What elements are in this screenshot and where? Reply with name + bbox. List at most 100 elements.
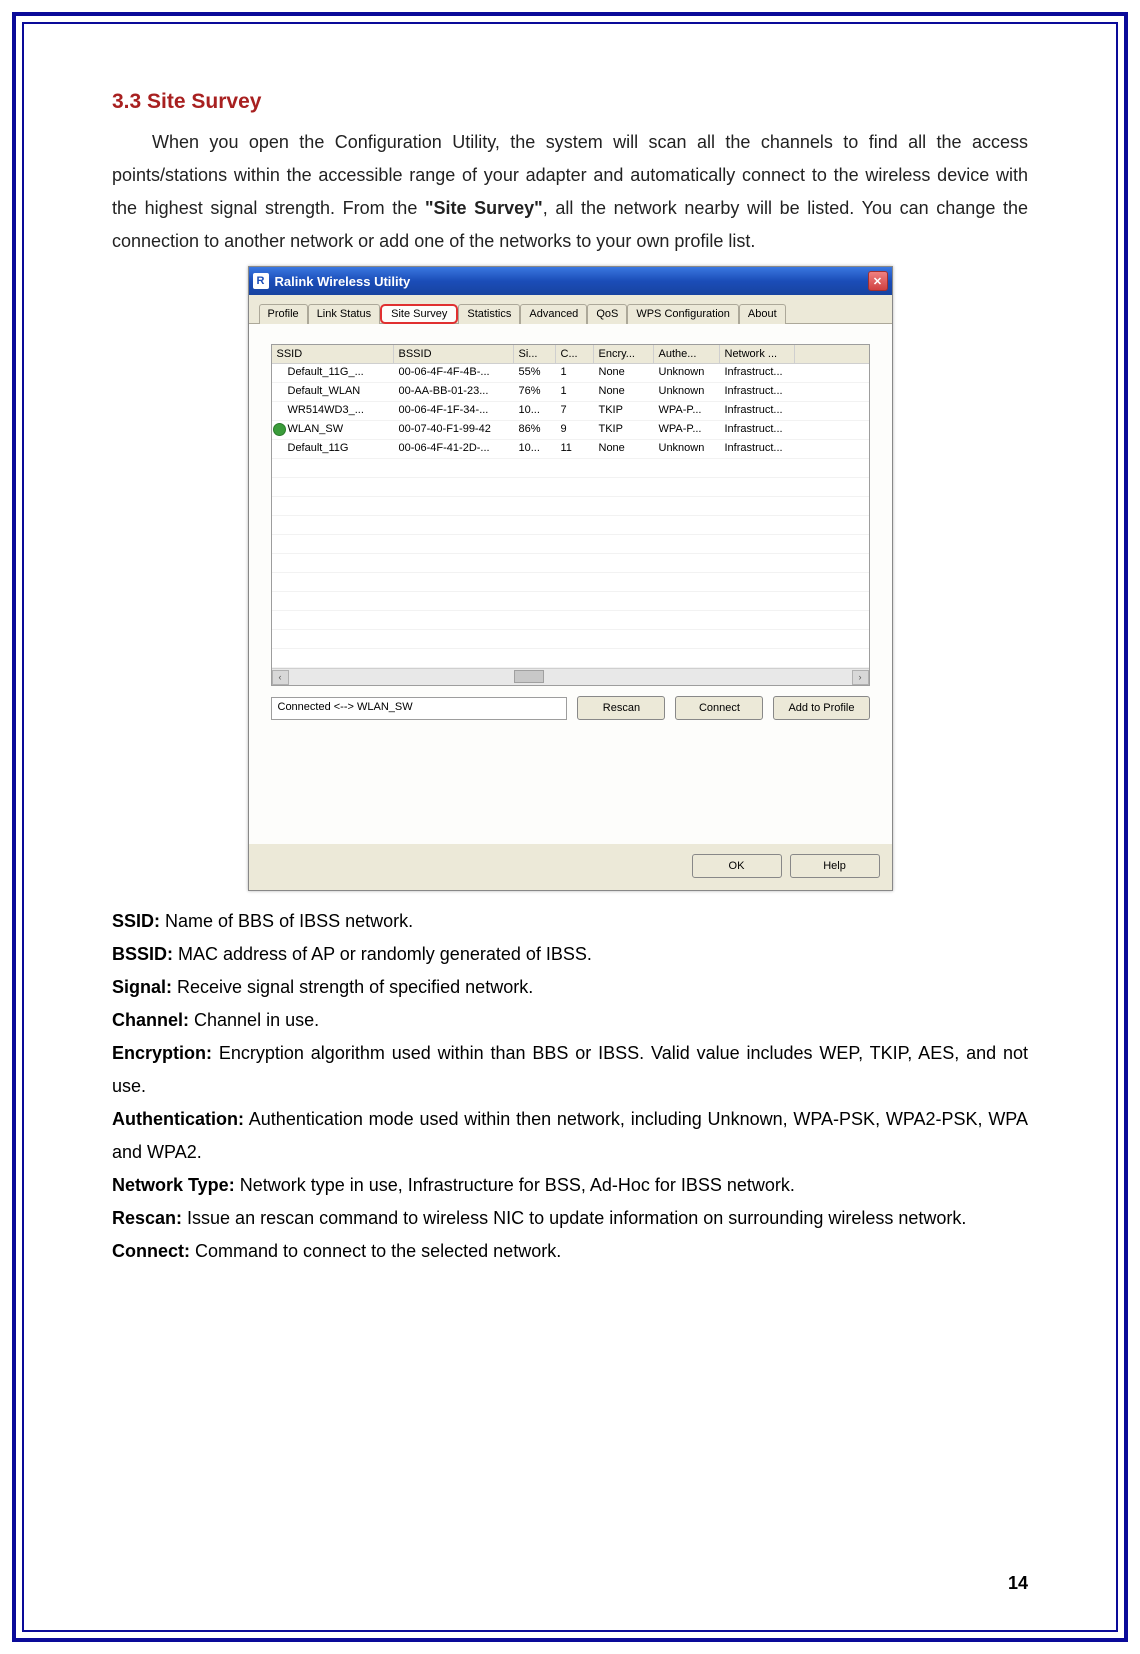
cell-auth: WPA-P... (654, 402, 720, 420)
scroll-track[interactable] (289, 670, 852, 685)
cell-network: Infrastruct... (720, 383, 795, 401)
definition-item: Channel: Channel in use. (112, 1004, 1028, 1037)
table-row-empty (272, 611, 869, 630)
table-row-empty (272, 535, 869, 554)
scroll-left-icon[interactable]: ‹ (272, 670, 289, 685)
table-row-empty (272, 592, 869, 611)
cell-signal: 10... (514, 402, 556, 420)
definition-item: Authentication: Authentication mode used… (112, 1103, 1028, 1169)
col-ssid[interactable]: SSID (272, 345, 394, 363)
table-row[interactable]: WR514WD3_...00-06-4F-1F-34-...10...7TKIP… (272, 402, 869, 421)
definition-text: Issue an rescan command to wireless NIC … (182, 1208, 966, 1228)
table-row-empty (272, 630, 869, 649)
ok-button[interactable]: OK (692, 854, 782, 878)
definition-label: Connect: (112, 1241, 190, 1261)
cell-signal: 86% (514, 421, 556, 439)
cell-auth: Unknown (654, 364, 720, 382)
definition-item: SSID: Name of BBS of IBSS network. (112, 905, 1028, 938)
cell-auth: WPA-P... (654, 421, 720, 439)
definition-text: Network type in use, Infrastructure for … (235, 1175, 795, 1195)
definition-label: Rescan: (112, 1208, 182, 1228)
cell-network: Infrastruct... (720, 402, 795, 420)
definition-item: Network Type: Network type in use, Infra… (112, 1169, 1028, 1202)
tab-profile[interactable]: Profile (259, 304, 308, 324)
window-titlebar[interactable]: R Ralink Wireless Utility (249, 267, 892, 295)
cell-ssid: WR514WD3_... (272, 402, 394, 420)
tab-strip: Profile Link Status Site Survey Statisti… (249, 295, 892, 324)
col-bssid[interactable]: BSSID (394, 345, 514, 363)
table-row[interactable]: Default_WLAN00-AA-BB-01-23...76%1NoneUnk… (272, 383, 869, 402)
table-row-empty (272, 554, 869, 573)
tab-link-status[interactable]: Link Status (308, 304, 380, 324)
cell-channel: 1 (556, 383, 594, 401)
cell-encryption: TKIP (594, 421, 654, 439)
cell-ssid: Default_11G_... (272, 364, 394, 382)
cell-signal: 55% (514, 364, 556, 382)
cell-bssid: 00-06-4F-1F-34-... (394, 402, 514, 420)
definition-text: Channel in use. (189, 1010, 319, 1030)
definition-label: SSID: (112, 911, 160, 931)
tab-wps[interactable]: WPS Configuration (627, 304, 739, 324)
tab-statistics[interactable]: Statistics (458, 304, 520, 324)
tab-site-survey[interactable]: Site Survey (380, 304, 458, 324)
intro-bold: "Site Survey" (425, 198, 543, 218)
col-network[interactable]: Network ... (720, 345, 795, 363)
definition-item: Signal: Receive signal strength of speci… (112, 971, 1028, 1004)
definition-label: BSSID: (112, 944, 173, 964)
table-row-empty (272, 516, 869, 535)
cell-encryption: None (594, 364, 654, 382)
cell-signal: 76% (514, 383, 556, 401)
cell-signal: 10... (514, 440, 556, 458)
rescan-button[interactable]: Rescan (577, 696, 665, 720)
list-header: SSID BSSID Si... C... Encry... Authe... … (272, 345, 869, 364)
cell-network: Infrastruct... (720, 364, 795, 382)
tab-qos[interactable]: QoS (587, 304, 627, 324)
tab-content: SSID BSSID Si... C... Encry... Authe... … (249, 324, 892, 844)
col-signal[interactable]: Si... (514, 345, 556, 363)
definition-text: Encryption algorithm used within than BB… (112, 1043, 1028, 1096)
add-to-profile-button[interactable]: Add to Profile (773, 696, 869, 720)
tab-about[interactable]: About (739, 304, 786, 324)
cell-ssid: Default_11G (272, 440, 394, 458)
horizontal-scrollbar[interactable]: ‹ › (272, 668, 869, 685)
col-channel[interactable]: C... (556, 345, 594, 363)
window-title: Ralink Wireless Utility (275, 274, 411, 289)
page-content: 3.3 Site Survey When you open the Config… (112, 90, 1028, 1268)
connection-status: Connected <--> WLAN_SW (271, 697, 568, 720)
definitions-list: SSID: Name of BBS of IBSS network.BSSID:… (112, 905, 1028, 1268)
cell-bssid: 00-06-4F-41-2D-... (394, 440, 514, 458)
ralink-utility-window: R Ralink Wireless Utility Profile Link S… (248, 266, 893, 891)
scroll-thumb[interactable] (514, 670, 544, 683)
table-row[interactable]: WLAN_SW00-07-40-F1-99-4286%9TKIPWPA-P...… (272, 421, 869, 440)
definition-text: Name of BBS of IBSS network. (160, 911, 413, 931)
col-auth[interactable]: Authe... (654, 345, 720, 363)
table-row-empty (272, 573, 869, 592)
table-row[interactable]: Default_11G_...00-06-4F-4F-4B-...55%1Non… (272, 364, 869, 383)
page-number: 14 (1008, 1573, 1028, 1594)
definition-text: Receive signal strength of specified net… (172, 977, 533, 997)
col-encryption[interactable]: Encry... (594, 345, 654, 363)
scroll-right-icon[interactable]: › (852, 670, 869, 685)
connect-button[interactable]: Connect (675, 696, 763, 720)
cell-bssid: 00-06-4F-4F-4B-... (394, 364, 514, 382)
table-row[interactable]: Default_11G00-06-4F-41-2D-...10...11None… (272, 440, 869, 459)
cell-encryption: TKIP (594, 402, 654, 420)
section-number: 3.3 (112, 90, 141, 113)
definition-item: BSSID: MAC address of AP or randomly gen… (112, 938, 1028, 971)
status-row: Connected <--> WLAN_SW Rescan Connect Ad… (271, 696, 870, 720)
help-button[interactable]: Help (790, 854, 880, 878)
section-heading: 3.3 Site Survey (112, 90, 1028, 114)
cell-network: Infrastruct... (720, 440, 795, 458)
definition-label: Channel: (112, 1010, 189, 1030)
cell-auth: Unknown (654, 440, 720, 458)
network-list: SSID BSSID Si... C... Encry... Authe... … (271, 344, 870, 686)
definition-text: MAC address of AP or randomly generated … (173, 944, 592, 964)
connected-icon (273, 423, 286, 436)
close-icon[interactable] (868, 271, 888, 291)
table-row-empty (272, 497, 869, 516)
definition-label: Network Type: (112, 1175, 235, 1195)
cell-bssid: 00-AA-BB-01-23... (394, 383, 514, 401)
cell-channel: 1 (556, 364, 594, 382)
intro-paragraph: When you open the Configuration Utility,… (112, 126, 1028, 258)
tab-advanced[interactable]: Advanced (520, 304, 587, 324)
